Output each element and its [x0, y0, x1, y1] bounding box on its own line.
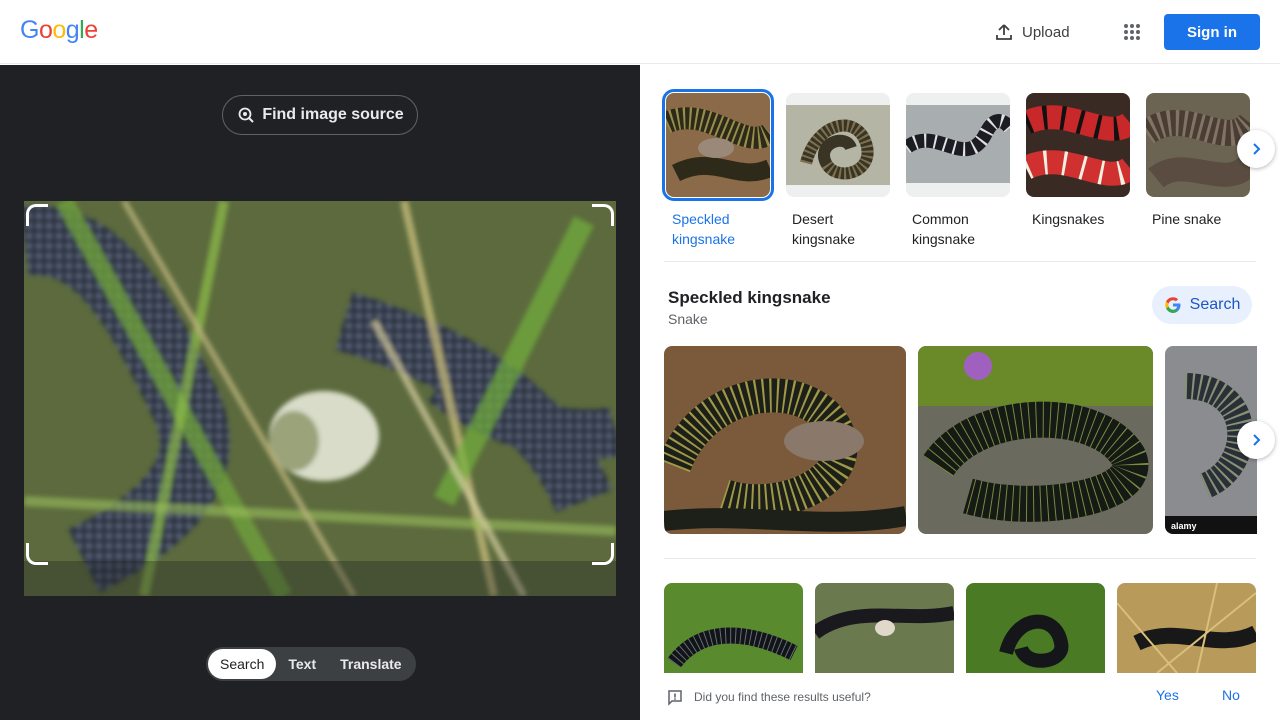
related-label: Speckled kingsnake — [672, 211, 736, 247]
result-image-4[interactable] — [1117, 583, 1256, 673]
related-thumbnail — [786, 93, 890, 197]
related-item-kingsnakes[interactable]: Kingsnakes — [1024, 91, 1136, 229]
entity-search-button[interactable]: Search — [1152, 286, 1252, 324]
crop-handle-bottom-left[interactable] — [26, 543, 48, 565]
upload-label: Upload — [1022, 23, 1070, 41]
related-label: Common kingsnake — [912, 211, 976, 247]
feedback-bar: Did you find these results useful? Yes N… — [640, 677, 1280, 720]
google-g-icon — [1164, 296, 1182, 314]
crop-handle-top-left[interactable] — [26, 204, 48, 226]
related-thumbnail — [906, 93, 1010, 197]
tab-translate[interactable]: Translate — [328, 649, 413, 679]
related-label: Pine snake — [1152, 211, 1222, 227]
lens-search-icon — [236, 105, 256, 125]
find-image-source-button[interactable]: Find image source — [222, 95, 418, 135]
result-image-2[interactable] — [815, 583, 954, 673]
feedback-icon — [666, 689, 684, 707]
chevron-right-icon — [1248, 432, 1264, 448]
results-panel: Speckled kingsnake Desert kingsnake Comm… — [640, 65, 1280, 720]
related-item-desert-kingsnake[interactable]: Desert kingsnake — [784, 91, 896, 249]
feedback-yes-button[interactable]: Yes — [1156, 687, 1179, 703]
related-searches: Speckled kingsnake Desert kingsnake Comm… — [662, 89, 1264, 251]
query-panel: Find image source Search Text Translate — [0, 65, 640, 720]
related-label: Kingsnakes — [1032, 211, 1105, 227]
result-image-1[interactable] — [664, 583, 803, 673]
entity-title: Speckled kingsnake — [668, 288, 831, 307]
entity-search-label: Search — [1189, 296, 1241, 313]
divider — [664, 558, 1256, 559]
entity-image-2[interactable] — [918, 346, 1153, 534]
svg-text:alamy: alamy — [1171, 521, 1197, 531]
find-image-source-label: Find image source — [262, 106, 404, 123]
query-image[interactable] — [24, 201, 616, 596]
related-label: Desert kingsnake — [792, 211, 856, 247]
tab-text[interactable]: Text — [276, 649, 328, 679]
chevron-right-icon — [1248, 141, 1264, 157]
entity-images-next-button[interactable] — [1237, 421, 1275, 459]
feedback-question: Did you find these results useful? — [694, 690, 871, 704]
related-item-speckled-kingsnake[interactable]: Speckled kingsnake — [662, 89, 776, 249]
crop-handle-top-right[interactable] — [592, 204, 614, 226]
related-thumbnail — [662, 89, 774, 201]
upload-icon — [994, 22, 1014, 42]
related-thumbnail — [1026, 93, 1130, 197]
entity-image-1[interactable] — [664, 346, 906, 534]
top-bar: Google Upload Sign in — [0, 0, 1280, 64]
mode-switcher: Search Text Translate — [206, 647, 416, 681]
apps-grid-icon[interactable] — [1116, 16, 1148, 48]
upload-button[interactable]: Upload — [984, 14, 1080, 50]
related-thumbnail — [1146, 93, 1250, 197]
entity-subtitle: Snake — [668, 311, 708, 327]
related-item-common-kingsnake[interactable]: Common kingsnake — [904, 91, 1016, 249]
feedback-no-button[interactable]: No — [1222, 687, 1240, 703]
related-item-pine-snake[interactable]: Pine snake — [1144, 91, 1256, 229]
google-logo[interactable]: Google — [20, 16, 98, 45]
sign-in-button[interactable]: Sign in — [1164, 14, 1260, 50]
result-image-3[interactable] — [966, 583, 1105, 673]
divider — [664, 261, 1256, 262]
crop-handle-bottom-right[interactable] — [592, 543, 614, 565]
related-next-button[interactable] — [1237, 130, 1275, 168]
tab-search[interactable]: Search — [208, 649, 277, 679]
